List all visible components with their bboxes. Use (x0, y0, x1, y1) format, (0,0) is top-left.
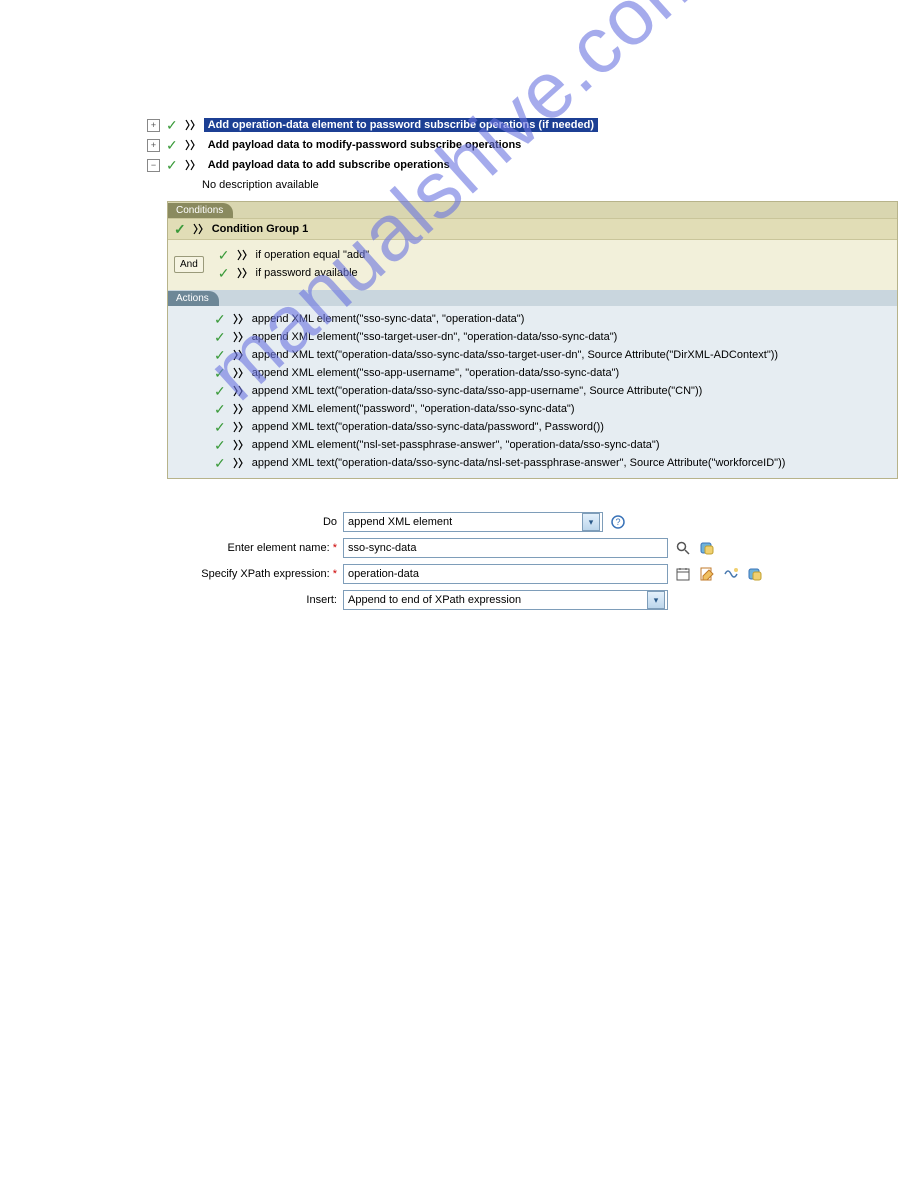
action-form: Do append XML element ▾ ? Enter element … (152, 509, 898, 613)
enabled-check-icon: ✓ (166, 118, 178, 132)
action-item[interactable]: ✓ append XML text("operation-data/sso-syn… (214, 454, 891, 472)
expand-icon[interactable]: + (147, 139, 160, 152)
enabled-check-icon: ✓ (174, 222, 186, 236)
action-text: append XML element("password", "operatio… (252, 403, 575, 415)
rule-description: No description available (167, 177, 898, 197)
insert-label: Insert: (152, 594, 343, 606)
trace-icon (184, 118, 198, 132)
action-text: append XML element("nsl-set-passphrase-a… (252, 439, 660, 451)
rule-panel: Conditions ✓ Condition Group 1 And ✓ if … (167, 201, 898, 479)
noun-browser-icon[interactable] (698, 539, 716, 557)
rule-title[interactable]: Add operation-data element to password s… (204, 118, 598, 132)
enabled-check-icon: ✓ (166, 158, 178, 172)
rule-title[interactable]: Add payload data to modify-password subs… (204, 138, 526, 152)
enabled-check-icon: ✓ (214, 456, 226, 470)
chevron-down-icon: ▾ (647, 591, 665, 609)
enabled-check-icon: ✓ (214, 348, 226, 362)
actions-tab: Actions (168, 291, 219, 306)
action-item[interactable]: ✓ append XML element("sso-sync-data", "op… (214, 310, 891, 328)
noun-browser-icon[interactable] (746, 565, 764, 583)
svg-text:?: ? (615, 517, 620, 527)
trace-icon (232, 438, 246, 452)
enabled-check-icon: ✓ (166, 138, 178, 152)
condition-text: if operation equal "add" (256, 249, 370, 261)
trace-icon (184, 138, 198, 152)
do-label: Do (152, 516, 343, 528)
action-text: append XML text("operation-data/sso-sync… (252, 457, 786, 469)
xpath-input[interactable] (343, 564, 668, 584)
insert-select-value: Append to end of XPath expression (348, 594, 521, 606)
trace-icon (232, 312, 246, 326)
action-text: append XML text("operation-data/sso-sync… (252, 349, 778, 361)
do-select-value: append XML element (348, 516, 452, 528)
condition-group-header[interactable]: ✓ Condition Group 1 (168, 218, 897, 240)
action-item[interactable]: ✓ append XML element("password", "operati… (214, 400, 891, 418)
trace-icon (232, 330, 246, 344)
rule-title[interactable]: Add payload data to add subscribe operat… (204, 158, 454, 172)
enabled-check-icon: ✓ (214, 366, 226, 380)
action-text: append XML element("sso-target-user-dn",… (252, 331, 618, 343)
trace-icon (232, 402, 246, 416)
do-select[interactable]: append XML element ▾ (343, 512, 603, 532)
trace-icon (236, 248, 250, 262)
enabled-check-icon: ✓ (218, 266, 230, 280)
trace-icon (232, 456, 246, 470)
action-item[interactable]: ✓ append XML element("nsl-set-passphrase-… (214, 436, 891, 454)
action-text: append XML text("operation-data/sso-sync… (252, 385, 703, 397)
enabled-check-icon: ✓ (214, 330, 226, 344)
chevron-down-icon: ▾ (582, 513, 600, 531)
action-text: append XML element("sso-app-username", "… (252, 367, 619, 379)
trace-icon (192, 222, 206, 236)
insert-select[interactable]: Append to end of XPath expression ▾ (343, 590, 668, 610)
local-variable-icon[interactable] (722, 565, 740, 583)
conditions-section: Conditions ✓ Condition Group 1 And ✓ if … (168, 202, 897, 290)
help-icon[interactable]: ? (609, 513, 627, 531)
action-item[interactable]: ✓ append XML element("sso-app-username", … (214, 364, 891, 382)
rule-row[interactable]: + ✓ Add payload data to modify-password … (147, 135, 898, 155)
enabled-check-icon: ✓ (214, 402, 226, 416)
calendar-icon[interactable] (674, 565, 692, 583)
element-name-label: Enter element name: * (152, 542, 343, 554)
action-item[interactable]: ✓ append XML text("operation-data/sso-syn… (214, 418, 891, 436)
xpath-label: Specify XPath expression: * (152, 568, 343, 580)
search-icon[interactable] (674, 539, 692, 557)
enabled-check-icon: ✓ (214, 420, 226, 434)
expand-icon[interactable]: + (147, 119, 160, 132)
and-or-button[interactable]: And (174, 256, 204, 273)
trace-icon (184, 158, 198, 172)
trace-icon (232, 384, 246, 398)
trace-icon (232, 348, 246, 362)
action-item[interactable]: ✓ append XML text("operation-data/sso-syn… (214, 382, 891, 400)
enabled-check-icon: ✓ (214, 438, 226, 452)
action-item[interactable]: ✓ append XML element("sso-target-user-dn"… (214, 328, 891, 346)
trace-icon (232, 420, 246, 434)
trace-icon (236, 266, 250, 280)
action-item[interactable]: ✓ append XML text("operation-data/sso-syn… (214, 346, 891, 364)
condition-text: if password available (256, 267, 358, 279)
condition-group-label: Condition Group 1 (212, 223, 309, 235)
condition-item[interactable]: ✓ if operation equal "add" (218, 246, 891, 264)
edit-icon[interactable] (698, 565, 716, 583)
action-text: append XML text("operation-data/sso-sync… (252, 421, 604, 433)
rule-row[interactable]: − ✓ Add payload data to add subscribe op… (147, 155, 898, 175)
trace-icon (232, 366, 246, 380)
conditions-tab: Conditions (168, 203, 233, 218)
condition-item[interactable]: ✓ if password available (218, 264, 891, 282)
enabled-check-icon: ✓ (214, 384, 226, 398)
enabled-check-icon: ✓ (214, 312, 226, 326)
enabled-check-icon: ✓ (218, 248, 230, 262)
actions-section: Actions ✓ append XML element("sso-sync-da… (168, 290, 897, 478)
collapse-icon[interactable]: − (147, 159, 160, 172)
element-name-input[interactable] (343, 538, 668, 558)
rule-row[interactable]: + ✓ Add operation-data element to passwo… (147, 115, 898, 135)
action-text: append XML element("sso-sync-data", "ope… (252, 313, 525, 325)
